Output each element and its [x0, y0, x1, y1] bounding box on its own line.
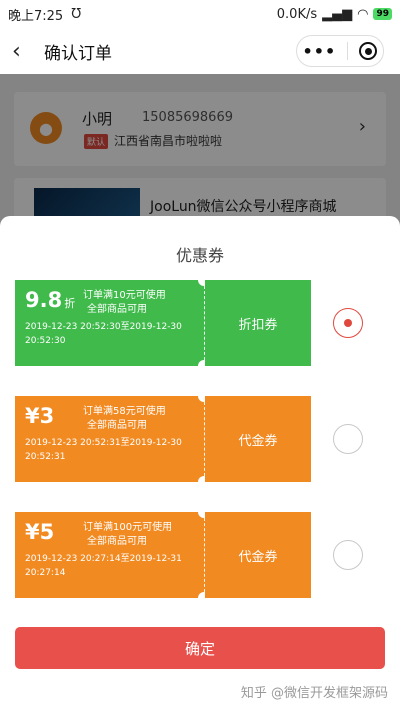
coupon-condition: 订单满10元可使用 全部商品可用: [83, 290, 166, 315]
close-miniprogram-icon[interactable]: [359, 42, 378, 60]
coupon-scope: 全部商品可用: [87, 420, 147, 431]
network-speed: 0.0K/s: [276, 6, 318, 22]
nav-bar: ‹ 确认订单 •••: [0, 28, 400, 74]
coupon-condition: 订单满100元可使用 全部商品可用: [83, 522, 173, 547]
status-bar: 晚上7:25 Ʊ 0.0K/s ▂▄▆ ◠ 99: [0, 0, 400, 28]
coupon-type: 代金券: [205, 396, 311, 482]
coupon-type: 折扣券: [205, 280, 311, 366]
coupon-value: ¥5: [25, 520, 55, 544]
coupon-value: ¥3: [25, 404, 55, 428]
battery-icon: 99: [373, 8, 392, 20]
coupon-card[interactable]: ¥3 订单满58元可使用 全部商品可用 2019-12-23 20:52:31至…: [15, 390, 311, 488]
page-title: 确认订单: [44, 43, 112, 64]
coupon-info: 9.8 折 订单满10元可使用 全部商品可用 2019-12-23 20:52:3…: [15, 280, 205, 366]
coupon-radio[interactable]: [333, 540, 363, 570]
wifi-icon: ◠: [357, 6, 369, 22]
coupon-type: 代金券: [205, 512, 311, 598]
coupon-condition: 订单满58元可使用 全部商品可用: [83, 406, 166, 431]
capsule-divider: [347, 42, 349, 60]
coupon-card[interactable]: 9.8 折 订单满10元可使用 全部商品可用 2019-12-23 20:52:3…: [15, 274, 311, 372]
signal-icon: ▂▄▆: [322, 6, 353, 22]
app-notification-icon: Ʊ: [71, 6, 82, 22]
confirm-button[interactable]: 确定: [15, 627, 385, 669]
more-icon[interactable]: •••: [303, 42, 337, 61]
coupon-validity: 2019-12-23 20:52:30至2019-12-30 20:52:30: [25, 322, 182, 346]
coupon-validity: 2019-12-23 20:27:14至2019-12-31 20:27:14: [25, 554, 182, 578]
coupon-scope: 全部商品可用: [87, 536, 147, 547]
coupon-info: ¥5 订单满100元可使用 全部商品可用 2019-12-23 20:27:14…: [15, 512, 205, 598]
coupon-scope: 全部商品可用: [87, 304, 147, 315]
coupon-radio[interactable]: [333, 424, 363, 454]
coupon-value: 9.8 折: [25, 288, 76, 312]
watermark: 知乎 @微信开发框架源码: [240, 686, 388, 701]
coupon-card[interactable]: ¥5 订单满100元可使用 全部商品可用 2019-12-23 20:27:14…: [15, 506, 311, 604]
back-arrow-icon[interactable]: ‹: [12, 39, 36, 64]
coupon-validity: 2019-12-23 20:52:31至2019-12-30 20:52:31: [25, 438, 182, 462]
status-time: 晚上7:25: [8, 8, 64, 24]
sheet-title: 优惠券: [175, 246, 224, 265]
coupon-sheet: 优惠券 9.8 折 订单满10元可使用 全部商品可用 2019-12-23 20:…: [0, 216, 400, 711]
coupon-info: ¥3 订单满58元可使用 全部商品可用 2019-12-23 20:52:31至…: [15, 396, 205, 482]
mini-program-capsule: •••: [296, 35, 384, 67]
coupon-radio[interactable]: [333, 308, 363, 338]
